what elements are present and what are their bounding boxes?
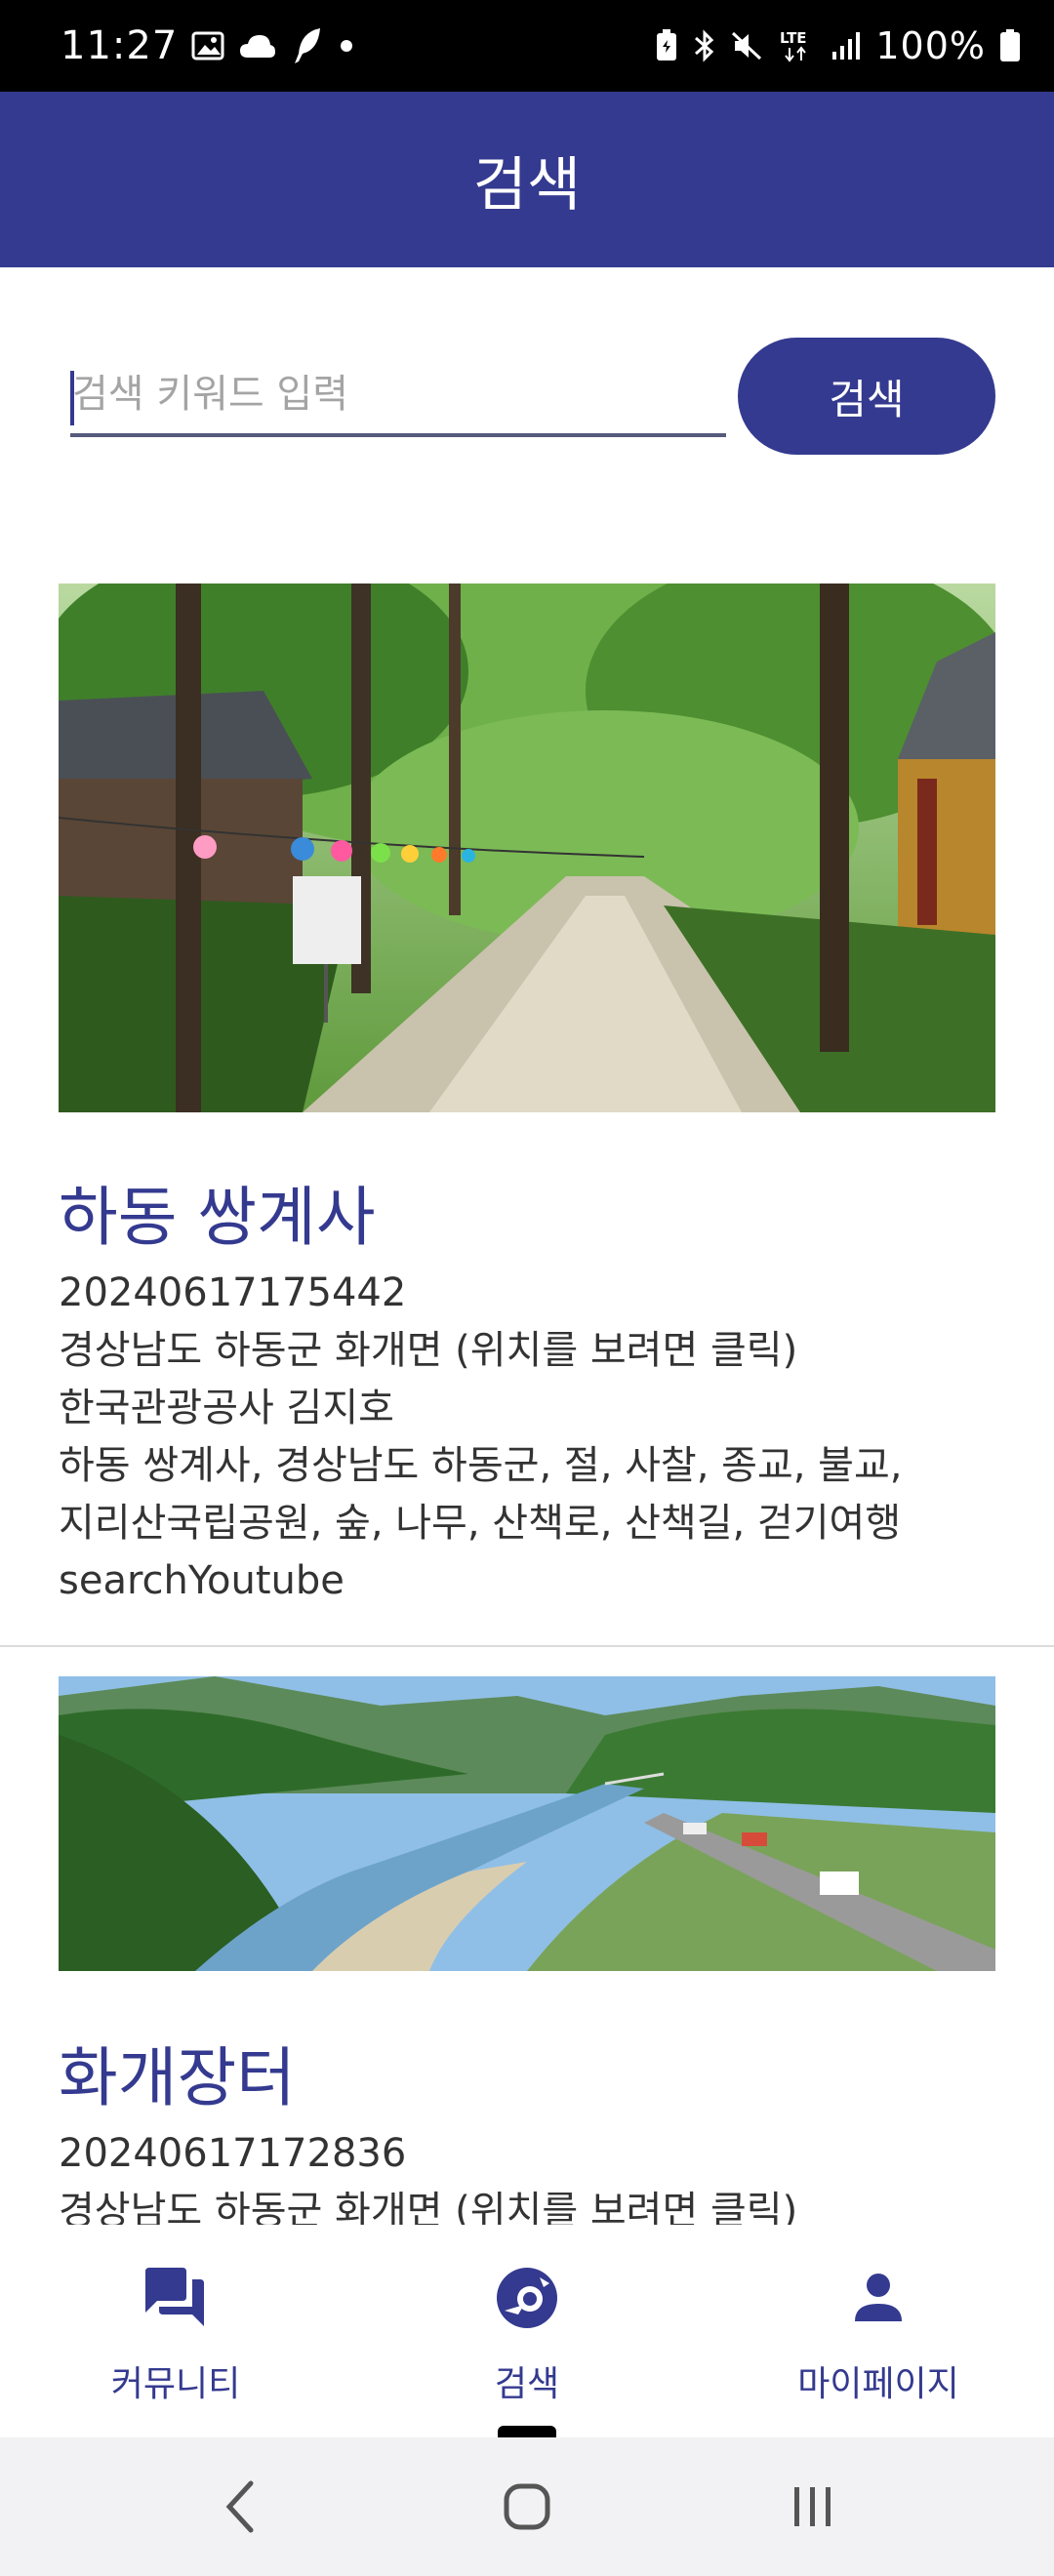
- place-photo[interactable]: [59, 584, 995, 1112]
- home-icon[interactable]: [483, 2463, 571, 2551]
- recents-icon[interactable]: [769, 2463, 857, 2551]
- battery-percent: 100%: [875, 24, 986, 67]
- screen: 11:27 LTE 100% 검색 검색 키워드 입력 검색 하동 쌍계사 20…: [0, 0, 1054, 2576]
- photographer: 한국관광공사 김지호: [59, 1386, 394, 1430]
- lte-icon: LTE: [778, 28, 817, 63]
- place-photo[interactable]: [59, 1676, 995, 1971]
- place-title[interactable]: 화개장터: [59, 2032, 995, 2125]
- address-link[interactable]: 경상남도 하동군 화개면 (위치를 보려면 클릭): [59, 2183, 995, 2225]
- nav-item-search[interactable]: 검색: [351, 2225, 703, 2437]
- keywords: 하동 쌍계사, 경상남도 하동군, 절, 사찰, 종교, 불교,: [59, 1443, 903, 1488]
- content-id: 20240617175442: [59, 1270, 407, 1315]
- bottom-nav: 커뮤니티 검색 마이페이지: [0, 2225, 1054, 2437]
- search-row: 검색: [0, 267, 1054, 550]
- youtube-link[interactable]: searchYoutube: [59, 1552, 995, 1610]
- forum-icon: [142, 2264, 210, 2332]
- nav-label-search: 검색: [494, 2364, 560, 2404]
- dot-icon: [338, 37, 355, 55]
- selected-tab-indicator: [498, 2426, 556, 2437]
- river-valley-photo: [59, 1676, 995, 1971]
- status-right: LTE 100%: [655, 24, 1021, 67]
- battery-icon: [999, 29, 1021, 62]
- temple-forest-photo: [59, 584, 995, 1112]
- card-text: 하동 쌍계사 20240617175442 경상남도 하동군 화개면 (위치를 …: [59, 1171, 995, 1610]
- list-item[interactable]: 화개장터 20240617172836 경상남도 하동군 화개면 (위치를 보려…: [0, 1649, 1054, 2225]
- nav-item-mypage[interactable]: 마이페이지: [703, 2225, 1054, 2437]
- text-cursor: [70, 371, 74, 425]
- content-id: 20240617172836: [59, 2131, 407, 2176]
- status-time: 11:27: [61, 23, 179, 68]
- system-nav: [0, 2437, 1054, 2576]
- image-icon: [191, 31, 224, 60]
- nav-item-community[interactable]: 커뮤니티: [0, 2225, 351, 2437]
- explore-search-icon: [493, 2264, 561, 2332]
- mute-icon: [731, 29, 764, 62]
- search-button[interactable]: 검색: [738, 338, 995, 455]
- feather-icon: [291, 26, 324, 65]
- list-item[interactable]: 하동 쌍계사 20240617175442 경상남도 하동군 화개면 (위치를 …: [0, 550, 1054, 1647]
- place-title[interactable]: 하동 쌍계사: [59, 1171, 995, 1265]
- cloud-icon: [238, 32, 277, 60]
- search-field[interactable]: [70, 361, 726, 437]
- signal-icon: [831, 30, 862, 61]
- address-link[interactable]: 경상남도 하동군 화개면 (위치를 보려면 클릭): [59, 1322, 995, 1380]
- status-left: 11:27: [61, 23, 355, 68]
- svg-text:LTE: LTE: [780, 29, 807, 47]
- keywords-continued: 지리산국립공원, 숲, 나무, 산책로, 산책길, 걷기여행: [59, 1501, 902, 1546]
- card-text: 화개장터 20240617172836 경상남도 하동군 화개면 (위치를 보려…: [59, 2032, 995, 2225]
- status-bar: 11:27 LTE 100%: [0, 0, 1054, 92]
- nav-label-community: 커뮤니티: [110, 2364, 241, 2404]
- back-icon[interactable]: [197, 2463, 285, 2551]
- battery-saver-icon: [655, 29, 678, 62]
- bluetooth-icon: [692, 28, 717, 63]
- nav-label-mypage: 마이페이지: [797, 2364, 959, 2404]
- app-bar: 검색: [0, 92, 1054, 267]
- person-icon: [844, 2264, 912, 2332]
- page-title: 검색: [472, 150, 582, 220]
- search-input[interactable]: [70, 361, 726, 433]
- results-list[interactable]: 하동 쌍계사 20240617175442 경상남도 하동군 화개면 (위치를 …: [0, 550, 1054, 2225]
